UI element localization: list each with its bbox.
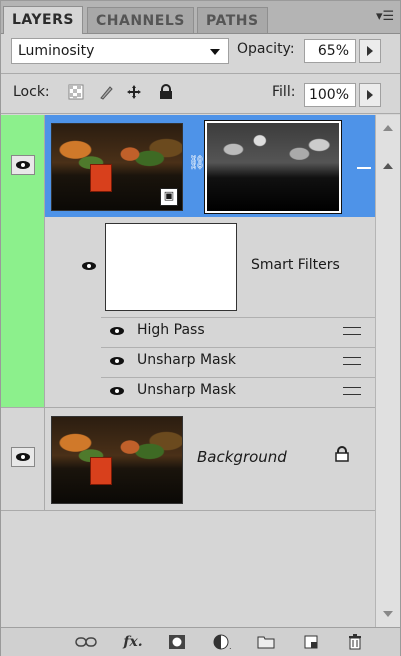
eye-icon <box>16 161 30 169</box>
fill-input[interactable]: 100% <box>304 83 356 107</box>
lock-all-icon[interactable] <box>157 83 175 101</box>
filter-visibility-toggle[interactable] <box>109 326 125 336</box>
layers-list: ▣ ⛓ Smart Filters High Pass Unsharp Mask… <box>1 115 375 627</box>
delete-layer-icon[interactable] <box>345 634 365 650</box>
layer-visibility-toggle[interactable] <box>11 155 35 175</box>
svg-text:.: . <box>229 642 232 650</box>
panel-menu-icon[interactable]: ▾☰ <box>376 9 394 25</box>
opacity-input[interactable]: 65% <box>304 39 356 63</box>
blending-options-icon[interactable] <box>343 355 361 367</box>
barn-shape <box>90 457 112 485</box>
adjustment-layer-icon[interactable]: . <box>211 634 237 650</box>
eye-icon <box>110 387 124 395</box>
divider <box>1 510 375 511</box>
smart-object-badge-icon: ▣ <box>160 188 178 206</box>
scroll-position-marker[interactable] <box>383 163 393 169</box>
layer-row-background[interactable]: Background <box>45 408 375 510</box>
barn-shape <box>90 164 112 192</box>
smart-filters-visibility-toggle[interactable] <box>81 261 97 271</box>
filter-mask-thumbnail[interactable] <box>204 120 342 214</box>
link-layers-icon[interactable] <box>73 634 99 650</box>
new-group-icon[interactable] <box>255 634 277 650</box>
filter-name: High Pass <box>137 322 205 338</box>
smart-filters-row[interactable]: Smart Filters <box>45 217 375 317</box>
filter-name: Unsharp Mask <box>137 352 237 368</box>
scroll-down-icon[interactable] <box>383 611 393 617</box>
tab-layers[interactable]: LAYERS <box>3 6 83 34</box>
collapse-effects-icon[interactable] <box>357 167 371 169</box>
filter-name: Unsharp Mask <box>137 382 237 398</box>
opacity-slider-button[interactable] <box>359 39 381 63</box>
fill-slider-button[interactable] <box>359 83 381 107</box>
tab-paths[interactable]: PATHS <box>197 7 268 33</box>
smart-filters-label: Smart Filters <box>251 257 340 273</box>
chevron-down-icon <box>210 49 220 55</box>
layer-thumbnail <box>51 416 183 504</box>
filter-visibility-toggle[interactable] <box>109 386 125 396</box>
opacity-label: Opacity: <box>237 41 295 57</box>
layers-scrollbar[interactable] <box>375 115 400 627</box>
layer-visibility-toggle[interactable] <box>11 447 35 467</box>
layer-thumbnail: ▣ <box>51 123 183 211</box>
blending-options-icon[interactable] <box>343 325 361 337</box>
eye-icon <box>82 262 96 270</box>
smart-filters-mask-thumbnail[interactable] <box>105 223 237 311</box>
layer-style-fx-icon[interactable]: fx. <box>119 634 147 650</box>
divider <box>1 73 400 74</box>
scroll-up-icon[interactable] <box>383 125 393 131</box>
eye-icon <box>110 357 124 365</box>
filter-visibility-toggle[interactable] <box>109 356 125 366</box>
layers-panel: LAYERS CHANNELS PATHS ▾☰ Luminosity Opac… <box>0 0 401 656</box>
smart-filter-item-unsharp-mask[interactable]: Unsharp Mask <box>101 347 375 373</box>
blend-mode-value: Luminosity <box>18 43 95 59</box>
layer-name: Background <box>197 448 287 466</box>
fill-label: Fill: <box>272 84 296 100</box>
smart-filter-item-high-pass[interactable]: High Pass <box>101 317 375 343</box>
blend-opacity-row: Luminosity Opacity: 65% <box>1 35 400 69</box>
chain-link-icon[interactable]: ⛓ <box>188 155 206 173</box>
panel-tab-bar: LAYERS CHANNELS PATHS ▾☰ <box>1 1 400 34</box>
blending-options-icon[interactable] <box>343 385 361 397</box>
tab-channels[interactable]: CHANNELS <box>87 7 194 33</box>
new-layer-icon[interactable] <box>301 634 321 650</box>
divider <box>1 113 400 114</box>
smart-filter-item-unsharp-mask[interactable]: Unsharp Mask <box>101 377 375 407</box>
eye-icon <box>110 327 124 335</box>
layers-bottom-toolbar: fx. . <box>1 627 400 656</box>
lock-icon <box>335 446 349 464</box>
add-mask-icon[interactable] <box>167 634 187 650</box>
blend-mode-select[interactable]: Luminosity <box>11 38 229 64</box>
eye-icon <box>16 453 30 461</box>
layer-row-smart-object[interactable]: ▣ ⛓ <box>45 115 375 217</box>
lock-image-pixels-icon[interactable] <box>97 83 115 101</box>
lock-label: Lock: <box>13 84 50 100</box>
lock-position-icon[interactable] <box>125 83 143 101</box>
lock-transparent-pixels-icon[interactable] <box>67 83 85 101</box>
